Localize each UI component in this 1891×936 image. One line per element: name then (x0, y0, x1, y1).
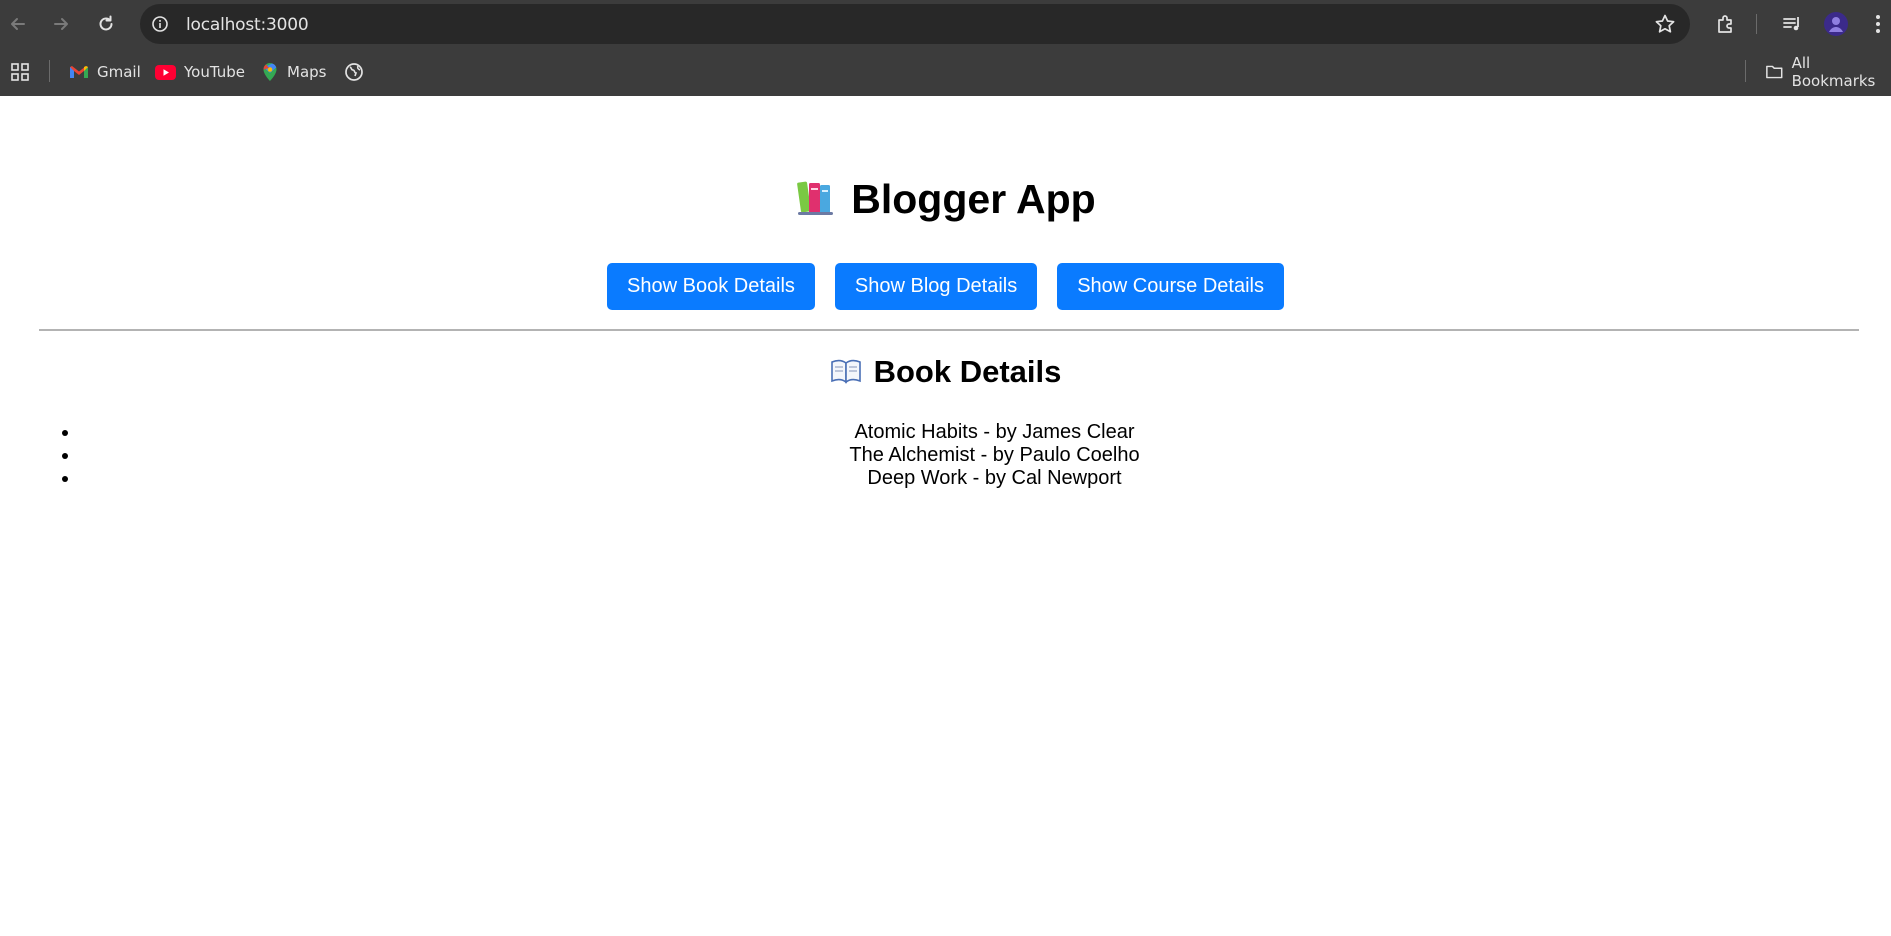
bookmark-label: YouTube (184, 63, 245, 81)
folder-icon (1766, 65, 1783, 79)
media-button[interactable] (1779, 11, 1805, 37)
reload-icon (99, 15, 113, 31)
book-list: Atomic Habits - by James Clear The Alche… (40, 421, 1891, 490)
section-title: Book Details (0, 354, 1891, 392)
bookmarks-bar: Gmail YouTube Maps All Bookmarks (0, 48, 1891, 96)
toolbar-divider (1756, 14, 1757, 34)
bookmarks-divider (1745, 60, 1746, 82)
avatar-icon (1824, 12, 1848, 36)
queue-music-icon (1783, 17, 1799, 31)
bookmark-globe[interactable] (344, 60, 364, 84)
reload-button[interactable] (91, 9, 121, 39)
extensions-button[interactable] (1713, 11, 1739, 37)
list-item: The Alchemist - by Paulo Coelho (80, 444, 1891, 467)
apps-button[interactable] (10, 60, 30, 84)
maps-icon (263, 63, 277, 81)
browser-toolbar: localhost:3000 (0, 0, 1891, 48)
browser-chrome: localhost:3000 Gmail YouTube Maps All Bo… (0, 0, 1891, 96)
section-title-text: Book Details (873, 354, 1062, 389)
youtube-icon (155, 64, 176, 80)
details-button-row: Show Book Details Show Blog Details Show… (0, 263, 1891, 310)
site-info-icon[interactable] (148, 12, 172, 36)
back-button[interactable] (3, 9, 33, 39)
address-bar[interactable]: localhost:3000 (140, 4, 1690, 44)
open-book-icon (830, 356, 862, 392)
forward-button[interactable] (46, 9, 76, 39)
bookmark-star-icon[interactable] (1654, 13, 1676, 35)
profile-avatar[interactable] (1822, 11, 1850, 37)
bookmark-gmail[interactable]: Gmail (69, 60, 141, 84)
puzzle-icon (1718, 15, 1732, 33)
show-book-details-button[interactable]: Show Book Details (607, 263, 815, 310)
url-text: localhost:3000 (186, 15, 309, 35)
app-title-text: Blogger App (851, 176, 1096, 222)
bookmark-label: Maps (287, 63, 327, 81)
list-item: Deep Work - by Cal Newport (80, 467, 1891, 490)
all-bookmarks-label: All Bookmarks (1791, 54, 1876, 90)
section-divider (39, 329, 1859, 331)
page-content: Blogger App Show Book Details Show Blog … (0, 96, 1891, 936)
apps-grid-icon (11, 63, 29, 81)
books-icon (795, 176, 837, 228)
show-course-details-button[interactable]: Show Course Details (1057, 263, 1284, 310)
all-bookmarks-folder[interactable]: All Bookmarks (1765, 54, 1891, 90)
page-title: Blogger App (0, 176, 1891, 228)
globe-icon (345, 63, 363, 81)
arrow-right-icon (54, 18, 68, 30)
bookmark-maps[interactable]: Maps (261, 60, 326, 84)
bookmark-youtube[interactable]: YouTube (155, 60, 245, 84)
browser-menu-button[interactable] (1871, 11, 1885, 37)
show-blog-details-button[interactable]: Show Blog Details (834, 263, 1038, 310)
kebab-menu-icon (1876, 15, 1880, 33)
list-item: Atomic Habits - by James Clear (80, 421, 1891, 444)
bookmarks-divider (49, 60, 50, 82)
gmail-icon (70, 66, 88, 78)
arrow-left-icon (11, 18, 25, 30)
bookmark-label: Gmail (97, 63, 141, 81)
